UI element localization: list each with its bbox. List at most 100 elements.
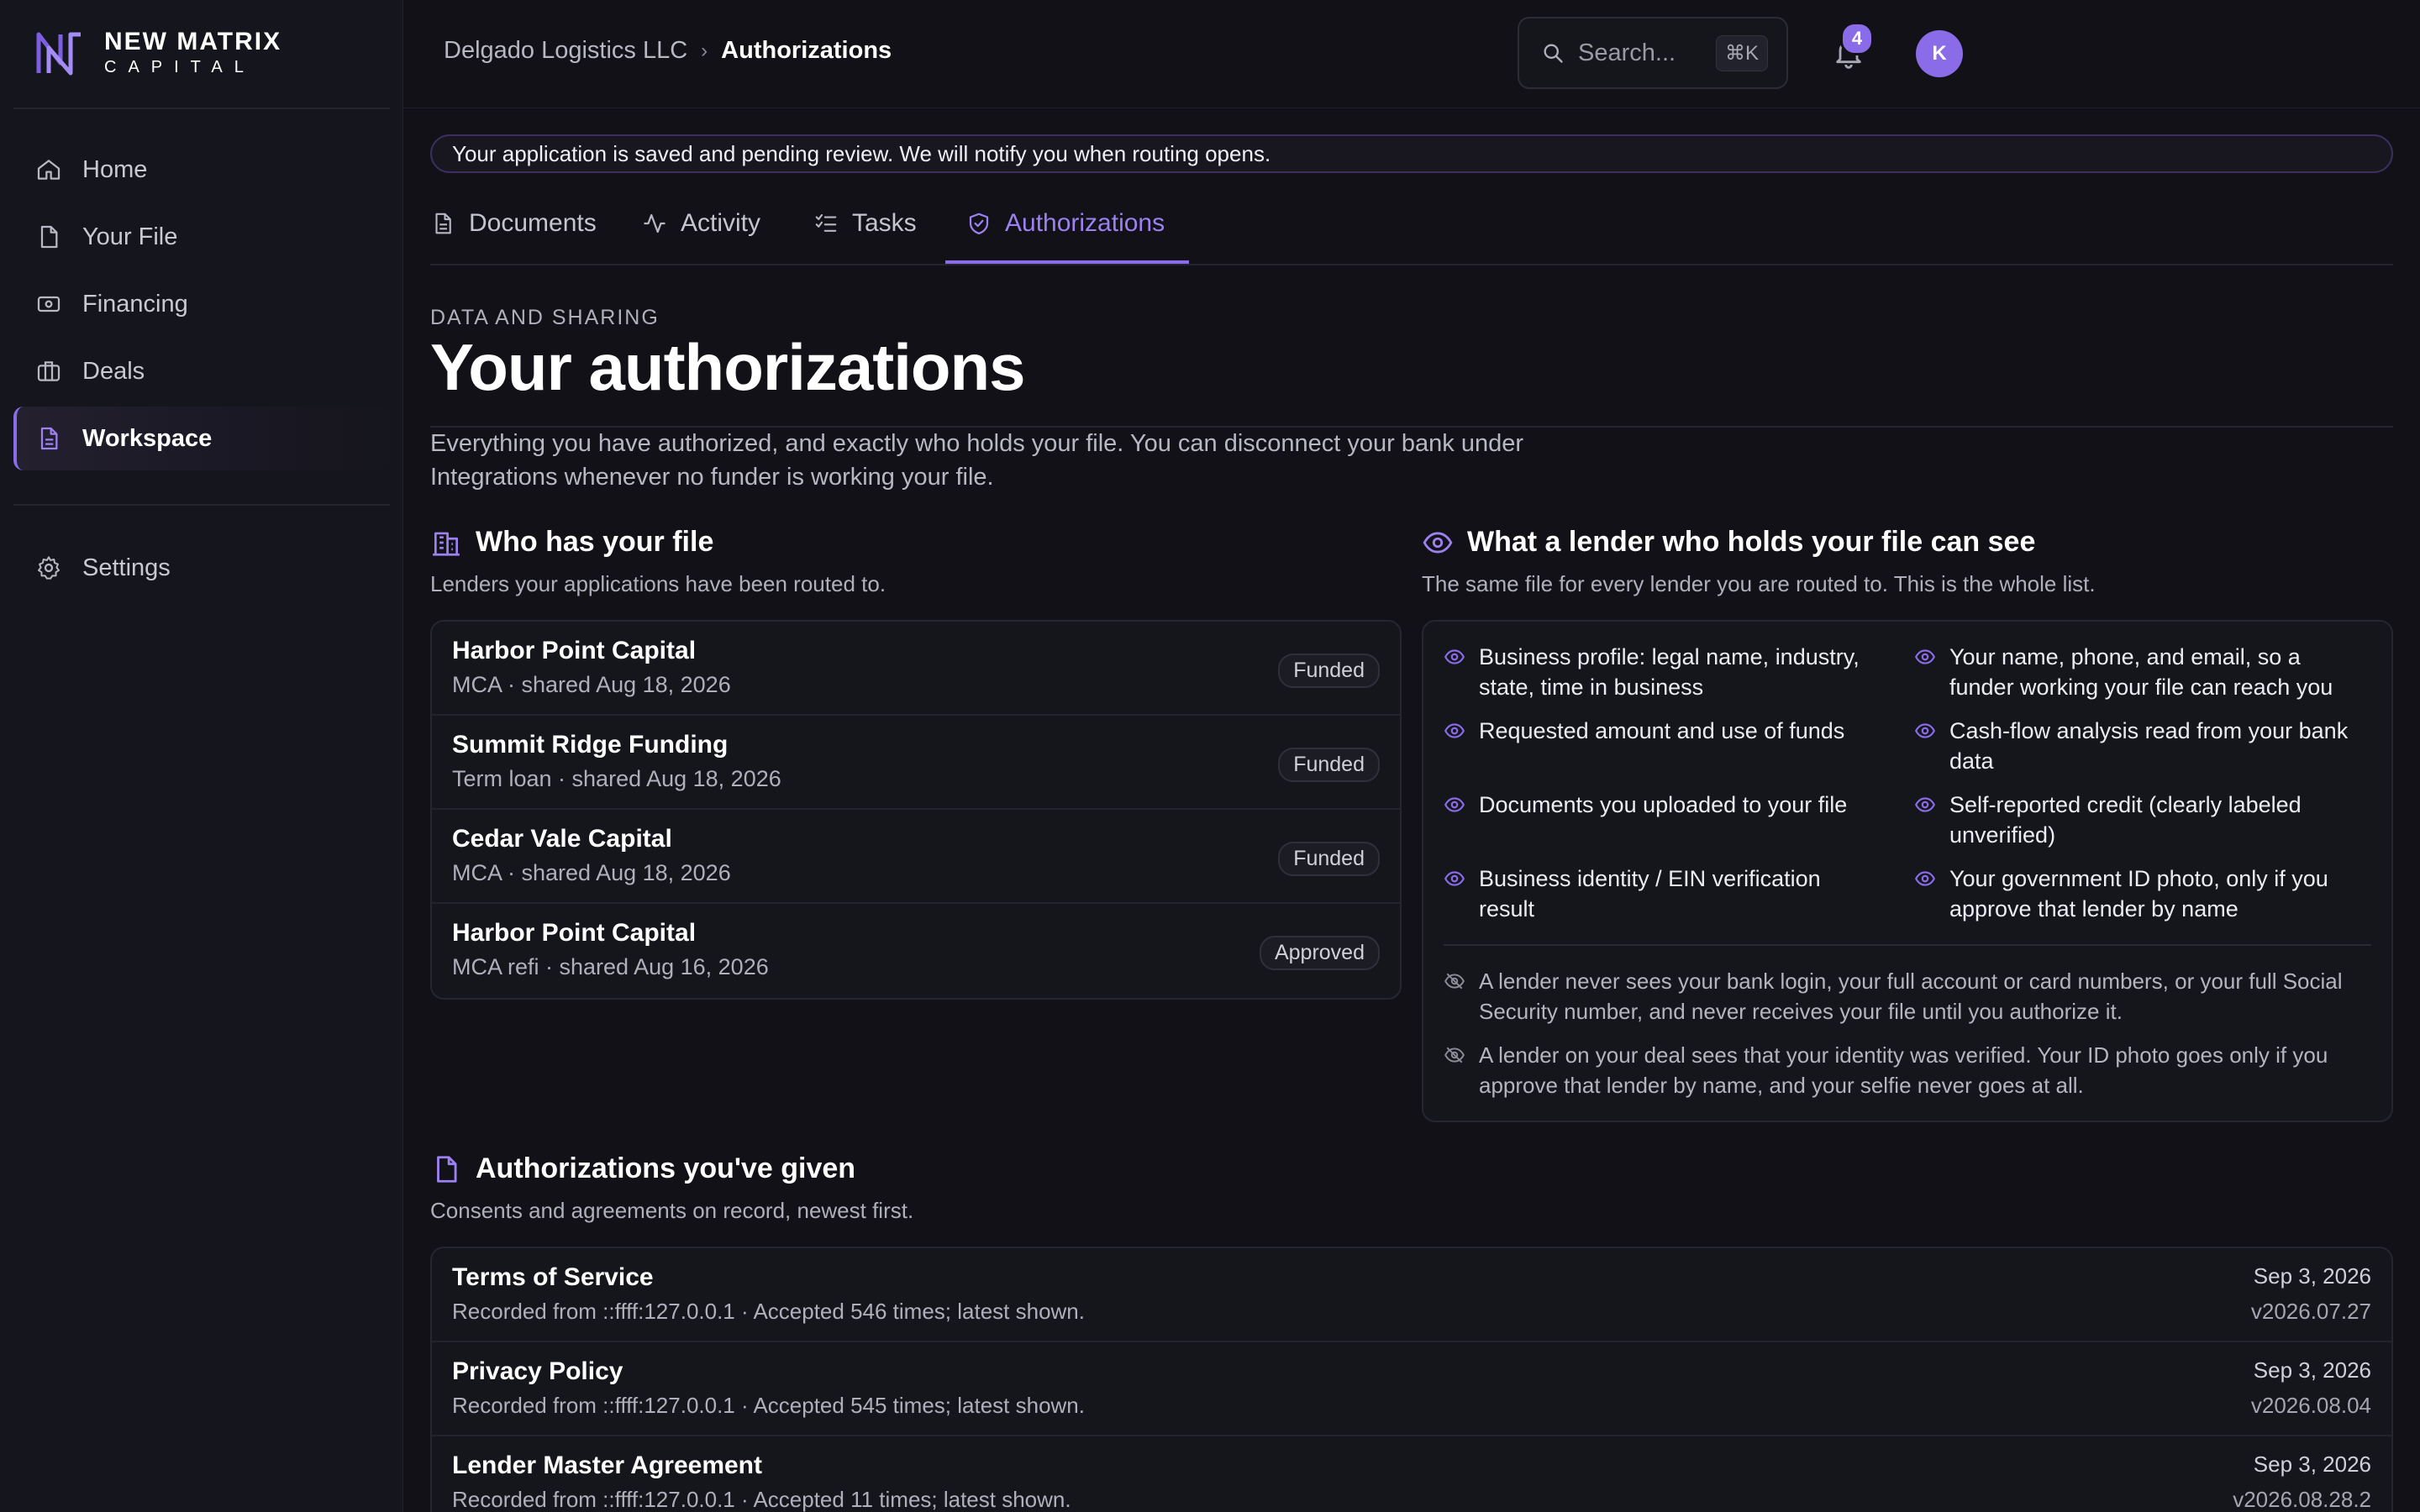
- sidebar-nav: Home Your File Financing Deals Workspace: [13, 138, 390, 474]
- visible-item-text: Business profile: legal name, industry, …: [1479, 644, 1860, 700]
- tab-label: Authorizations: [1005, 209, 1165, 237]
- brand-logo[interactable]: NEW MATRIX CAPITAL: [35, 29, 281, 77]
- breadcrumb-company[interactable]: Delgado Logistics LLC: [444, 37, 687, 65]
- breadcrumb-current: Authorizations: [721, 37, 892, 64]
- lender-can-see-subtitle: The same file for every lender you are r…: [1422, 571, 2096, 596]
- list-item[interactable]: Cedar Vale Capital MCA · shared Aug 18, …: [432, 810, 1400, 904]
- visibility-divider: [1444, 944, 2371, 946]
- agreement-version: v2026.08.28.2: [2233, 1487, 2371, 1512]
- sidebar-item-label: Your File: [82, 223, 178, 250]
- list-item[interactable]: Harbor Point Capital MCA · shared Aug 18…: [432, 622, 1400, 716]
- gear-icon: [38, 556, 60, 580]
- eye-icon: [1914, 723, 1936, 738]
- eye-icon: [1914, 797, 1936, 812]
- tab-label: Documents: [469, 209, 597, 237]
- agreement-version: v2026.08.04: [2250, 1393, 2371, 1418]
- sidebar-item-deals[interactable]: Deals: [13, 339, 390, 403]
- authorizations-subtitle: Consents and agreements on record, newes…: [430, 1198, 914, 1223]
- table-row[interactable]: Privacy Policy Recorded from ::ffff:127.…: [432, 1342, 2391, 1436]
- sidebar-item-label: Home: [82, 155, 148, 183]
- who-has-file-heading: Who has your file: [430, 526, 713, 559]
- tab-bar: Documents Activity Tasks Authorizations: [430, 183, 2393, 265]
- checklist-icon: [815, 213, 837, 232]
- visible-item: Business identity / EIN verification res…: [1444, 864, 1881, 924]
- sidebar-item-label: Deals: [82, 357, 145, 385]
- banknote-icon: [37, 296, 60, 312]
- lender-visibility-card: Business profile: legal name, industry, …: [1422, 620, 2393, 1122]
- eye-icon: [1914, 871, 1936, 886]
- avatar[interactable]: K: [1916, 30, 1963, 77]
- sidebar-divider: [13, 504, 390, 506]
- eye-icon: [1444, 871, 1465, 886]
- building-icon: [433, 532, 460, 556]
- sidebar-item-settings[interactable]: Settings: [13, 536, 390, 600]
- shield-check-icon: [969, 213, 989, 234]
- brand-sub: CAPITAL: [104, 58, 255, 76]
- lender-name: Summit Ridge Funding: [452, 731, 729, 759]
- tab-tasks[interactable]: Tasks: [813, 183, 917, 264]
- agreement-date: Sep 3, 2026: [2253, 1357, 2371, 1383]
- sidebar-item-home[interactable]: Home: [13, 138, 390, 202]
- briefcase-icon: [37, 361, 60, 381]
- authorizations-heading: Authorizations you've given: [430, 1152, 855, 1185]
- lender-meta: MCA · shared Aug 18, 2026: [452, 672, 731, 697]
- visible-item: Your government ID photo, only if you ap…: [1914, 864, 2368, 924]
- visible-item: Business profile: legal name, industry, …: [1444, 642, 1881, 702]
- eye-off-icon: [1444, 1047, 1465, 1063]
- status-badge: Funded: [1278, 654, 1380, 688]
- agreement-name: Terms of Service: [452, 1263, 654, 1291]
- hidden-item-text: A lender never sees your bank login, you…: [1479, 969, 2343, 1024]
- section-title: What a lender who holds your file can se…: [1467, 526, 2036, 558]
- eye-icon: [1444, 723, 1465, 738]
- lender-meta: Term loan · shared Aug 18, 2026: [452, 766, 781, 791]
- visible-item: Requested amount and use of funds: [1444, 716, 1881, 746]
- lender-name: Harbor Point Capital: [452, 919, 697, 947]
- tab-label: Tasks: [852, 209, 917, 237]
- visible-item: Cash-flow analysis read from your bank d…: [1914, 716, 2368, 776]
- sidebar-item-label: Financing: [82, 290, 188, 318]
- list-item[interactable]: Harbor Point Capital MCA refi · shared A…: [432, 904, 1400, 998]
- top-bar: Delgado Logistics LLC › Authorizations: [403, 0, 2420, 108]
- visible-item-text: Your name, phone, and email, so a funder…: [1949, 644, 2333, 700]
- active-tab-indicator: [945, 260, 1189, 264]
- home-icon: [37, 160, 60, 180]
- visible-item-text: Self-reported credit (clearly labeled un…: [1949, 792, 2302, 848]
- chevron-right-icon: ›: [701, 39, 708, 62]
- page-title: Your authorizations: [430, 330, 1026, 404]
- visible-item-text: Requested amount and use of funds: [1479, 718, 1845, 743]
- search-input[interactable]: Search... ⌘K: [1518, 17, 1788, 89]
- tab-documents[interactable]: Documents: [430, 183, 597, 264]
- agreement-date: Sep 3, 2026: [2253, 1452, 2371, 1477]
- visible-item: Documents you uploaded to your file: [1444, 790, 1881, 820]
- search-icon: [1544, 44, 1563, 63]
- visible-item-text: Cash-flow analysis read from your bank d…: [1949, 718, 2349, 774]
- sidebar-item-financing[interactable]: Financing: [13, 272, 390, 336]
- breadcrumb: Delgado Logistics LLC › Authorizations: [444, 37, 892, 65]
- list-item[interactable]: Summit Ridge Funding Term loan · shared …: [432, 716, 1400, 810]
- sidebar: NEW MATRIX CAPITAL Home Your File Financ…: [0, 0, 403, 1512]
- eye-icon: [1914, 649, 1936, 664]
- sidebar-item-label: Workspace: [82, 424, 213, 452]
- section-title: Authorizations you've given: [476, 1152, 856, 1184]
- sidebar-item-your-file[interactable]: Your File: [13, 205, 390, 269]
- status-badge: Funded: [1278, 842, 1380, 876]
- lender-name: Harbor Point Capital: [452, 637, 697, 664]
- eye-off-icon: [1444, 973, 1465, 990]
- banner-text: Your application is saved and pending re…: [452, 140, 1271, 166]
- search-placeholder: Search...: [1578, 39, 1676, 66]
- table-row[interactable]: Lender Master Agreement Recorded from ::…: [432, 1436, 2391, 1512]
- agreement-name: Lender Master Agreement: [452, 1452, 762, 1479]
- app-root: NEW MATRIX CAPITAL Home Your File Financ…: [0, 0, 2420, 1512]
- lender-can-see-heading: What a lender who holds your file can se…: [1422, 526, 2035, 559]
- sidebar-divider: [13, 108, 390, 109]
- table-row[interactable]: Terms of Service Recorded from ::ffff:12…: [432, 1248, 2391, 1342]
- visible-item-text: Documents you uploaded to your file: [1479, 792, 1848, 817]
- sidebar-secondary-nav: Settings: [13, 536, 390, 603]
- sidebar-item-workspace[interactable]: Workspace: [13, 407, 390, 470]
- tab-authorizations[interactable]: Authorizations: [966, 183, 1165, 264]
- file-icon: [40, 225, 58, 249]
- tab-activity[interactable]: Activity: [642, 183, 760, 264]
- brand-name: NEW MATRIX: [104, 28, 282, 55]
- lender-meta: MCA · shared Aug 18, 2026: [452, 860, 731, 885]
- hidden-item: A lender on your deal sees that your ide…: [1444, 1040, 2371, 1100]
